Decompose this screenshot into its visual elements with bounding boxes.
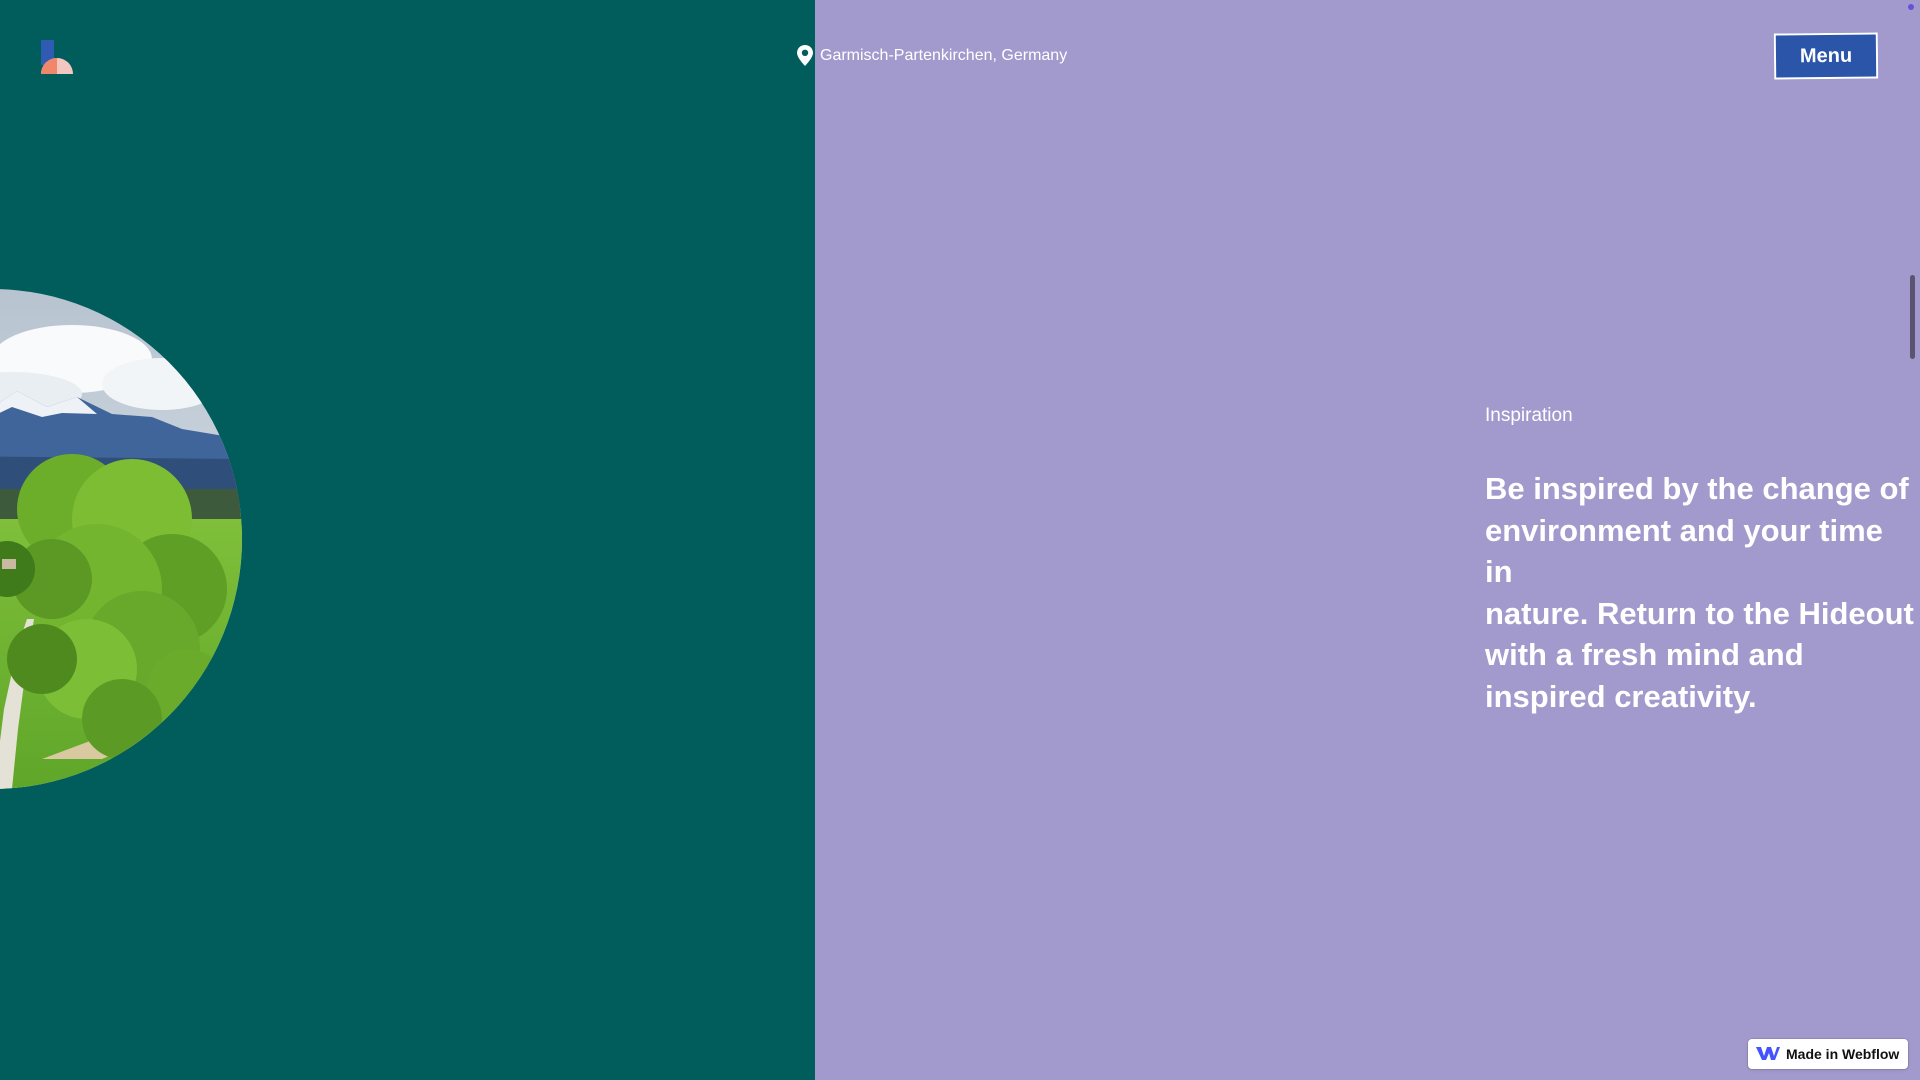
section-label: Inspiration: [1485, 405, 1573, 426]
location-text: Garmisch-Partenkirchen, Germany: [820, 46, 1068, 64]
location: Garmisch-Partenkirchen, Germany: [797, 45, 1067, 66]
scrollbar-thumb[interactable]: [1910, 275, 1915, 359]
made-in-webflow-badge[interactable]: Made in Webflow: [1748, 1039, 1908, 1069]
webflow-logo-icon: [1756, 1045, 1780, 1064]
map-pin-icon: [797, 45, 813, 66]
brand-logo[interactable]: [38, 38, 76, 76]
page: Garmisch-Partenkirchen, Germany Menu Ins…: [0, 0, 1920, 1080]
menu-button[interactable]: Menu: [1773, 32, 1879, 80]
corner-dot: [1908, 4, 1914, 10]
section-text: Be inspired by the change of environment…: [1485, 471, 1914, 714]
badge-label: Made in Webflow: [1786, 1046, 1900, 1062]
